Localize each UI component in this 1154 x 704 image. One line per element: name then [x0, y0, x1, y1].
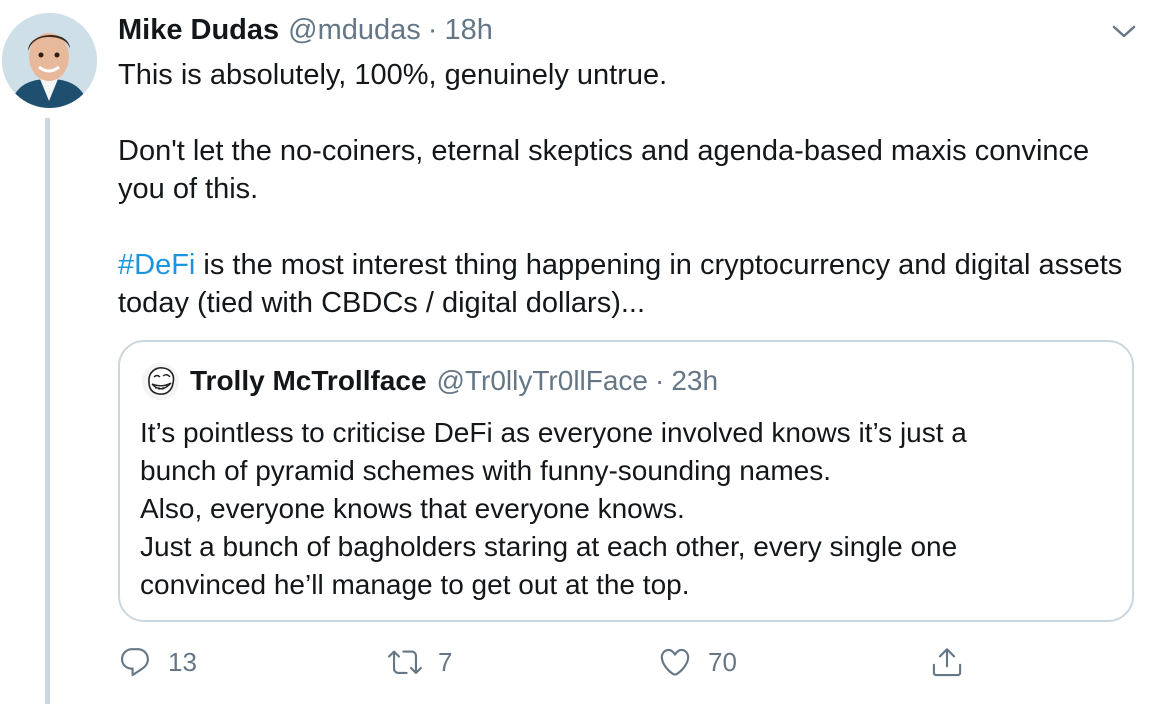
quoted-text: It’s pointless to criticise DeFi as ever… [140, 414, 1120, 604]
quoted-author-name[interactable]: Trolly McTrollface [190, 365, 427, 397]
timestamp[interactable]: 18h [444, 14, 492, 47]
tweet-header: Mike Dudas @mdudas · 18h [118, 14, 493, 50]
quoted-avatar[interactable] [142, 363, 179, 400]
retweet-count: 7 [438, 646, 453, 677]
trollface-icon [142, 363, 179, 400]
thread-line [45, 118, 50, 704]
tweet-paragraph-2: Don't let the no-coiners, eternal skepti… [118, 135, 1090, 205]
heart-icon [658, 645, 692, 679]
quoted-header: Trolly McTrollface @Tr0llyTr0llFace · 23… [190, 365, 718, 397]
separator-dot: · [655, 365, 665, 396]
chevron-down-icon[interactable] [1110, 22, 1138, 42]
hashtag-link[interactable]: #DeFi [118, 249, 195, 281]
action-bar: 13 7 70 [118, 642, 998, 682]
quoted-line: Just a bunch of bagholders staring at ea… [140, 531, 958, 562]
quoted-line: It’s pointless to criticise DeFi as ever… [140, 417, 967, 448]
tweet-paragraph-3: #DeFi is the most interest thing happeni… [118, 246, 1128, 322]
quoted-timestamp[interactable]: 23h [671, 365, 718, 397]
reply-count: 13 [168, 646, 197, 677]
like-count: 70 [708, 646, 737, 677]
share-button[interactable] [930, 642, 964, 682]
retweet-icon [388, 645, 422, 679]
reply-button[interactable]: 13 [118, 642, 197, 682]
quoted-line: Also, everyone knows that everyone knows… [140, 493, 685, 524]
tweet-paragraph-3-text: is the most interest thing happening in … [118, 249, 1123, 319]
quoted-tweet[interactable]: Trolly McTrollface @Tr0llyTr0llFace · 23… [118, 340, 1134, 622]
quoted-line: convinced he’ll manage to get out at the… [140, 569, 690, 600]
quoted-author-handle[interactable]: @Tr0llyTr0llFace [437, 365, 648, 397]
author-handle[interactable]: @mdudas [288, 14, 421, 47]
like-button[interactable]: 70 [658, 642, 737, 682]
retweet-button[interactable]: 7 [388, 642, 452, 682]
avatar[interactable] [2, 13, 97, 108]
quoted-line: bunch of pyramid schemes with funny-soun… [140, 455, 832, 486]
avatar-image [2, 13, 97, 108]
tweet-text: This is absolutely, 100%, genuinely untr… [118, 56, 1128, 322]
author-name[interactable]: Mike Dudas [118, 14, 279, 47]
separator-dot: · [427, 14, 438, 46]
tweet-paragraph-1: This is absolutely, 100%, genuinely untr… [118, 59, 668, 91]
share-icon [930, 645, 964, 679]
reply-icon [118, 645, 152, 679]
